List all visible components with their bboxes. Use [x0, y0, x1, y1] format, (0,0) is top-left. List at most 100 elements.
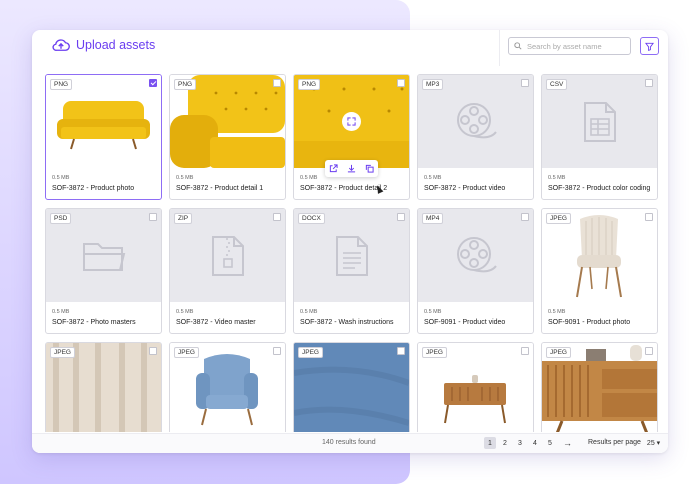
select-checkbox[interactable]	[521, 213, 529, 221]
select-checkbox[interactable]	[397, 79, 405, 87]
search-box[interactable]	[508, 37, 631, 55]
pagination-footer: 140 results found 1 2 3 4 5 → Results pe…	[32, 433, 668, 453]
select-checkbox[interactable]	[397, 213, 405, 221]
filter-button[interactable]	[640, 37, 659, 55]
upload-assets-button[interactable]: Upload assets	[52, 38, 155, 52]
asset-thumbnail: ZIP	[170, 209, 285, 302]
file-type-tag: PNG	[174, 79, 197, 90]
file-type-tag: MP4	[422, 213, 444, 224]
file-size: 0.5 MB	[52, 309, 70, 315]
spreadsheet-icon	[583, 101, 616, 142]
select-checkbox[interactable]	[149, 347, 157, 355]
asset-name: SOF-3872 - Product photo	[52, 185, 135, 192]
asset-thumbnail: JPEG	[294, 343, 409, 432]
film-reel-icon	[456, 236, 497, 272]
caret-down-icon: ▾	[656, 440, 661, 447]
file-size: 0.5 MB	[300, 175, 318, 181]
file-size: 0.5 MB	[548, 309, 566, 315]
file-type-tag: JPEG	[546, 347, 571, 358]
select-checkbox[interactable]	[397, 347, 405, 355]
asset-card[interactable]: MP3 0.5 MB SOF-3872 - Product video	[417, 74, 534, 200]
folder-icon	[82, 242, 125, 271]
asset-name: SOF-3872 - Photo masters	[52, 319, 136, 326]
asset-card[interactable]: JPEG	[169, 342, 286, 432]
copy-button[interactable]	[365, 164, 374, 173]
download-button[interactable]	[347, 164, 356, 173]
results-per-page-select[interactable]: 25 ▾	[647, 439, 660, 447]
search-input[interactable]	[527, 41, 627, 51]
asset-thumbnail: PNG	[170, 75, 285, 168]
search-icon	[514, 42, 522, 50]
asset-card[interactable]: ZIP 0.5 MB SOF-3872 - Video master	[169, 208, 286, 334]
asset-card[interactable]: JPEG	[541, 342, 658, 432]
page-1-button[interactable]: 1	[484, 437, 496, 449]
file-type-tag: MP3	[422, 79, 444, 90]
asset-card[interactable]: PSD 0.5 MB SOF-3872 - Photo masters	[45, 208, 162, 334]
results-count: 140 results found	[322, 439, 376, 446]
page-4-button[interactable]: 4	[529, 437, 541, 449]
file-size: 0.5 MB	[548, 175, 566, 181]
expand-preview-button[interactable]	[342, 112, 361, 131]
download-icon	[347, 164, 356, 173]
asset-thumbnail: JPEG	[542, 209, 657, 302]
open-external-button[interactable]	[329, 164, 338, 173]
asset-card[interactable]: PNG 0.5 MB SOF-3872 - Product detail 1	[169, 74, 286, 200]
select-checkbox[interactable]	[149, 213, 157, 221]
file-type-tag: JPEG	[546, 213, 571, 224]
asset-thumbnail: JPEG	[418, 343, 533, 432]
asset-card[interactable]: CSV 0.5 MB SOF-3872 - Product color codi…	[541, 74, 658, 200]
select-checkbox[interactable]	[645, 347, 653, 355]
file-type-tag: JPEG	[174, 347, 199, 358]
select-checkbox[interactable]	[521, 347, 529, 355]
page-5-button[interactable]: 5	[544, 437, 556, 449]
file-size: 0.5 MB	[176, 309, 194, 315]
page-3-button[interactable]: 3	[514, 437, 526, 449]
asset-name: SOF-3872 - Product video	[424, 185, 506, 192]
file-type-tag: PNG	[50, 79, 73, 90]
next-page-arrow-icon[interactable]: →	[563, 438, 572, 448]
upload-assets-label: Upload assets	[76, 38, 156, 52]
asset-card[interactable]: JPEG 0.5 MB SOF-9091 - Product photo	[541, 208, 658, 334]
results-per-page: Results per page 25 ▾	[588, 439, 660, 447]
select-checkbox[interactable]	[273, 79, 281, 87]
external-link-icon	[330, 164, 338, 173]
asset-thumbnail: PNG	[294, 75, 409, 168]
file-size: 0.5 MB	[176, 175, 194, 181]
file-type-tag: DOCX	[298, 213, 325, 224]
asset-card[interactable]: JPEG	[45, 342, 162, 432]
zip-file-icon	[211, 235, 244, 276]
asset-card[interactable]: PNG 0.5 MB SOF-3872 - Product detail 2	[293, 74, 410, 200]
file-type-tag: JPEG	[422, 347, 447, 358]
asset-card[interactable]: MP4 0.5 MB SOF-9091 - Product video	[417, 208, 534, 334]
results-per-page-label: Results per page	[588, 439, 641, 446]
asset-card[interactable]: JPEG	[417, 342, 534, 432]
asset-thumbnail: MP3	[418, 75, 533, 168]
toolbar: Upload assets	[32, 30, 668, 66]
asset-name: SOF-3872 - Product detail 1	[176, 185, 264, 192]
asset-name: SOF-9091 - Product video	[424, 319, 506, 326]
page-2-button[interactable]: 2	[499, 437, 511, 449]
file-size: 0.5 MB	[300, 309, 318, 315]
asset-card[interactable]: PNG 0.5 MB SOF-3872 - Product photo	[45, 74, 162, 200]
select-checkbox[interactable]	[273, 347, 281, 355]
select-checkbox[interactable]	[149, 79, 157, 87]
file-size: 0.5 MB	[424, 175, 442, 181]
asset-grid: PNG 0.5 MB SOF-3872 - Product photo PNG	[45, 74, 661, 432]
card-actions-toolbar	[325, 160, 378, 177]
filter-icon	[645, 42, 654, 51]
select-checkbox[interactable]	[273, 213, 281, 221]
asset-card[interactable]: JPEG	[293, 342, 410, 432]
select-checkbox[interactable]	[521, 79, 529, 87]
asset-library-panel: Upload assets Search by asset name PNG 0…	[32, 30, 668, 453]
asset-card[interactable]: DOCX 0.5 MB SOF-3872 - Wash instructions	[293, 208, 410, 334]
pagination: 1 2 3 4 5 →	[484, 437, 572, 449]
asset-thumbnail: MP4	[418, 209, 533, 302]
asset-thumbnail: DOCX	[294, 209, 409, 302]
copy-icon	[365, 164, 374, 173]
document-icon	[335, 235, 368, 276]
select-checkbox[interactable]	[645, 79, 653, 87]
asset-thumbnail: JPEG	[170, 343, 285, 432]
asset-thumbnail: PSD	[46, 209, 161, 302]
film-reel-icon	[456, 102, 497, 138]
select-checkbox[interactable]	[645, 213, 653, 221]
